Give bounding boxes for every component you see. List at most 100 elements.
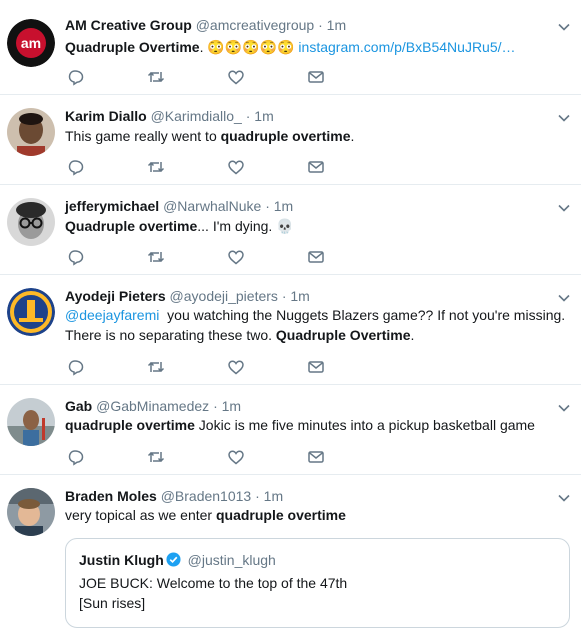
chevron-down-icon[interactable] <box>557 401 571 415</box>
display-name[interactable]: Gab <box>65 398 92 414</box>
separator: · <box>265 198 270 214</box>
display-name[interactable]: jefferymichael <box>65 198 159 214</box>
like-icon[interactable] <box>227 158 245 176</box>
chevron-down-icon[interactable] <box>557 20 571 34</box>
text-segment: . 😳😳😳😳😳 <box>199 39 299 55</box>
text-segment: ... I'm dying. 💀 <box>197 218 294 234</box>
display-name[interactable]: Justin Klugh <box>79 552 164 568</box>
tweet[interactable]: Karim Diallo @Karimdiallo_ · 1m This gam… <box>0 95 581 185</box>
user-handle[interactable]: @NarwhalNuke <box>163 198 261 214</box>
reply-icon[interactable] <box>67 248 85 266</box>
timestamp[interactable]: 1m <box>264 488 283 504</box>
separator: · <box>318 17 323 33</box>
reply-icon[interactable] <box>67 448 85 466</box>
display-name[interactable]: Ayodeji Pieters <box>65 288 166 304</box>
avatar[interactable] <box>7 108 55 156</box>
tweet-text: Quadruple overtime... I'm dying. 💀 <box>65 216 563 236</box>
message-icon[interactable] <box>307 158 325 176</box>
tweet-text: @deejayfaremi you watching the Nuggets B… <box>65 305 566 345</box>
display-name[interactable]: AM Creative Group <box>65 17 192 33</box>
text-line: JOE BUCK: Welcome to the top of the 47th <box>79 575 348 591</box>
text-line: [Sun rises] <box>79 595 146 611</box>
highlighted-text: Quadruple overtime <box>65 218 198 234</box>
timestamp[interactable]: 1m <box>327 17 346 33</box>
tweet[interactable]: Gab @GabMinamedez · 1m quadruple overtim… <box>0 385 581 475</box>
tweet-text: very topical as we enter quadruple overt… <box>65 505 563 525</box>
timestamp[interactable]: 1m <box>254 108 273 124</box>
tweet[interactable]: am AM Creative Group @amcreativegroup · … <box>0 0 581 95</box>
user-handle[interactable]: @Karimdiallo_ <box>151 108 242 124</box>
user-handle[interactable]: @amcreativegroup <box>196 17 315 33</box>
retweet-icon[interactable] <box>147 358 165 376</box>
retweet-icon[interactable] <box>147 248 165 266</box>
tweet[interactable]: Ayodeji Pieters @ayodeji_pieters · 1m @d… <box>0 275 581 385</box>
timestamp[interactable]: 1m <box>274 198 293 214</box>
highlighted-text: quadruple overtime <box>215 507 346 523</box>
text-segment: . <box>410 327 415 343</box>
reply-icon[interactable] <box>67 358 85 376</box>
tweet-text: This game really went to quadruple overt… <box>65 126 563 146</box>
reply-icon[interactable] <box>67 68 85 86</box>
tweet-link[interactable]: instagram.com/p/BxB54NuJRu5/… <box>298 39 515 55</box>
tweet-header: Gab @GabMinamedez · 1m <box>65 397 241 415</box>
avatar[interactable] <box>7 198 55 246</box>
highlighted-text: Quadruple Overtime <box>275 327 411 343</box>
text-segment: Jokic is me five minutes into a pickup b… <box>194 417 535 433</box>
tweet-header: jefferymichael @NarwhalNuke · 1m <box>65 197 293 215</box>
tweet-header: Karim Diallo @Karimdiallo_ · 1m <box>65 107 274 125</box>
text-segment: . <box>350 128 355 144</box>
separator: · <box>213 398 218 414</box>
user-handle[interactable]: @Braden1013 <box>161 488 252 504</box>
user-handle[interactable]: @justin_klugh <box>188 552 276 568</box>
tweet[interactable]: jefferymichael @NarwhalNuke · 1m Quadrup… <box>0 185 581 275</box>
avatar[interactable] <box>7 288 55 336</box>
separator: · <box>255 488 260 504</box>
verified-icon <box>166 552 181 567</box>
like-icon[interactable] <box>227 68 245 86</box>
highlighted-text: quadruple overtime <box>220 128 351 144</box>
display-name[interactable]: Braden Moles <box>65 488 157 504</box>
tweet-header: Braden Moles @Braden1013 · 1m <box>65 487 283 505</box>
display-name[interactable]: Karim Diallo <box>65 108 147 124</box>
tweet-header: AM Creative Group @amcreativegroup · 1m <box>65 16 346 34</box>
text-segment: This game really went to <box>65 128 221 144</box>
separator: · <box>281 288 287 304</box>
avatar[interactable] <box>7 398 55 446</box>
text-segment: very topical as we enter <box>65 507 216 523</box>
text-segment: There is no separating these two. <box>65 327 276 343</box>
like-icon[interactable] <box>227 248 245 266</box>
user-handle[interactable]: @ayodeji_pieters <box>170 288 278 304</box>
highlighted-text: quadruple overtime <box>65 417 195 433</box>
message-icon[interactable] <box>307 358 325 376</box>
like-icon[interactable] <box>227 448 245 466</box>
user-handle[interactable]: @GabMinamedez <box>96 398 209 414</box>
timestamp[interactable]: 1m <box>290 288 309 304</box>
chevron-down-icon[interactable] <box>557 291 571 305</box>
avatar[interactable] <box>7 488 55 536</box>
mention-link[interactable]: @deejayfaremi <box>65 307 159 323</box>
like-icon[interactable] <box>227 358 245 376</box>
message-icon[interactable] <box>307 248 325 266</box>
highlighted-text: Quadruple Overtime <box>65 39 200 55</box>
text-line: There is no separating these two. Quadru… <box>65 325 563 345</box>
avatar-logo-text: am <box>21 35 41 51</box>
message-icon[interactable] <box>307 448 325 466</box>
message-icon[interactable] <box>307 68 325 86</box>
quoted-tweet[interactable]: Justin Klugh @justin_klugh JOE BUCK: Wel… <box>65 538 570 628</box>
quoted-tweet-text: JOE BUCK: Welcome to the top of the 47th… <box>79 573 347 613</box>
reply-icon[interactable] <box>67 158 85 176</box>
retweet-icon[interactable] <box>147 158 165 176</box>
retweet-icon[interactable] <box>147 448 165 466</box>
chevron-down-icon[interactable] <box>557 201 571 215</box>
text-segment: you watching the Nuggets Blazers game?? … <box>159 307 566 323</box>
tweet-header: Ayodeji Pieters @ayodeji_pieters · 1m <box>65 287 310 305</box>
tweet-text: Quadruple Overtime. 😳😳😳😳😳 instagram.com/… <box>65 37 563 57</box>
timestamp[interactable]: 1m <box>222 398 241 414</box>
chevron-down-icon[interactable] <box>557 111 571 125</box>
retweet-icon[interactable] <box>147 68 165 86</box>
tweet-text: quadruple overtime Jokic is me five minu… <box>65 415 563 435</box>
quoted-tweet-header: Justin Klugh @justin_klugh <box>79 552 276 568</box>
chevron-down-icon[interactable] <box>557 491 571 505</box>
text-line: @deejayfaremi you watching the Nuggets B… <box>65 305 566 325</box>
avatar[interactable]: am <box>7 19 55 67</box>
